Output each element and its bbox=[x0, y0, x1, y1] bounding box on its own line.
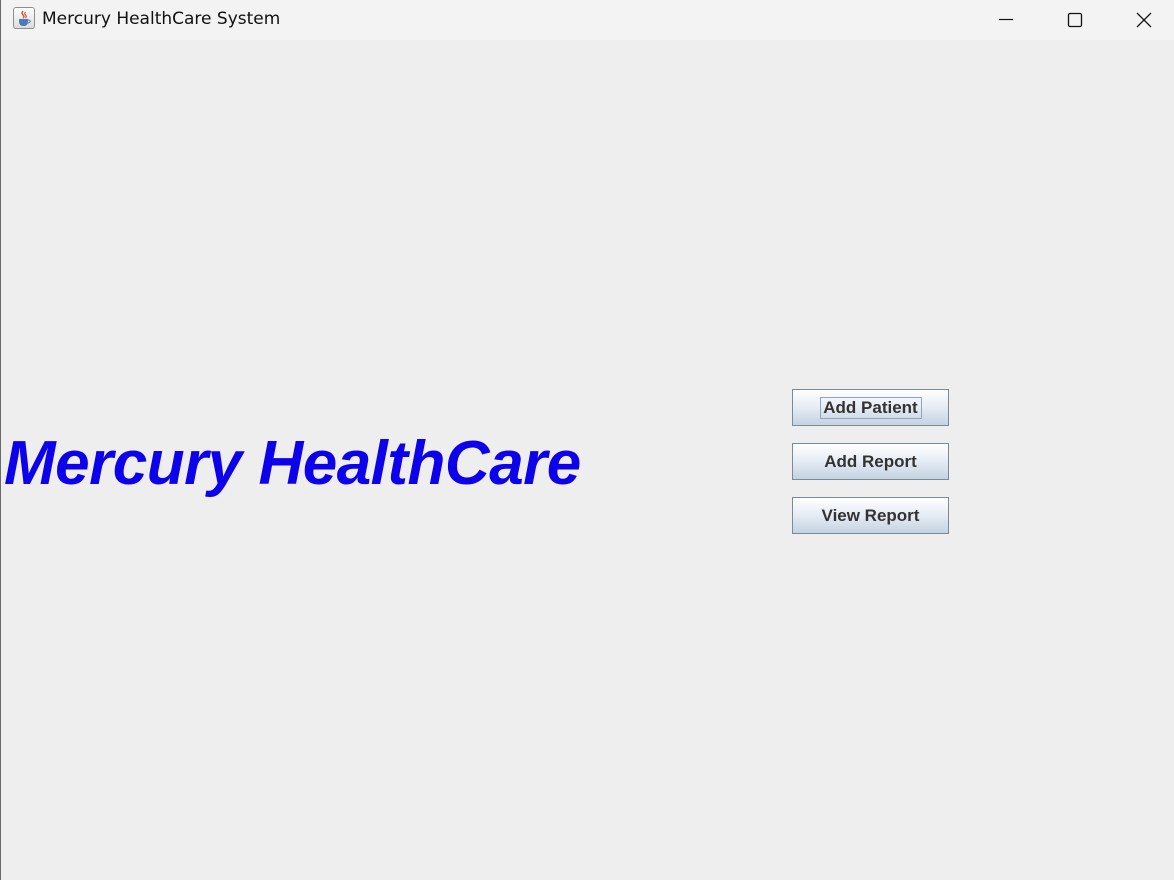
close-button[interactable] bbox=[1109, 0, 1174, 40]
maximize-icon bbox=[1067, 12, 1083, 28]
add-report-button[interactable]: Add Report bbox=[792, 443, 949, 480]
brand-title: Mercury HealthCare bbox=[4, 429, 581, 498]
minimize-icon bbox=[999, 18, 1013, 21]
view-report-label: View Report bbox=[821, 506, 920, 525]
view-report-button[interactable]: View Report bbox=[792, 497, 949, 534]
add-report-label: Add Report bbox=[824, 452, 917, 471]
maximize-button[interactable] bbox=[1040, 0, 1110, 40]
close-icon bbox=[1136, 12, 1152, 28]
main-panel: Mercury HealthCare Add Patient Add Repor… bbox=[2, 40, 1174, 880]
minimize-button[interactable] bbox=[971, 0, 1041, 40]
add-patient-button[interactable]: Add Patient bbox=[792, 389, 949, 426]
java-cup-icon bbox=[13, 7, 35, 29]
app-window: Mercury HealthCare System Mercury Health… bbox=[0, 0, 1174, 880]
add-patient-label: Add Patient bbox=[823, 398, 918, 417]
window-title: Mercury HealthCare System bbox=[42, 9, 281, 29]
title-bar[interactable]: Mercury HealthCare System bbox=[1, 0, 1174, 40]
